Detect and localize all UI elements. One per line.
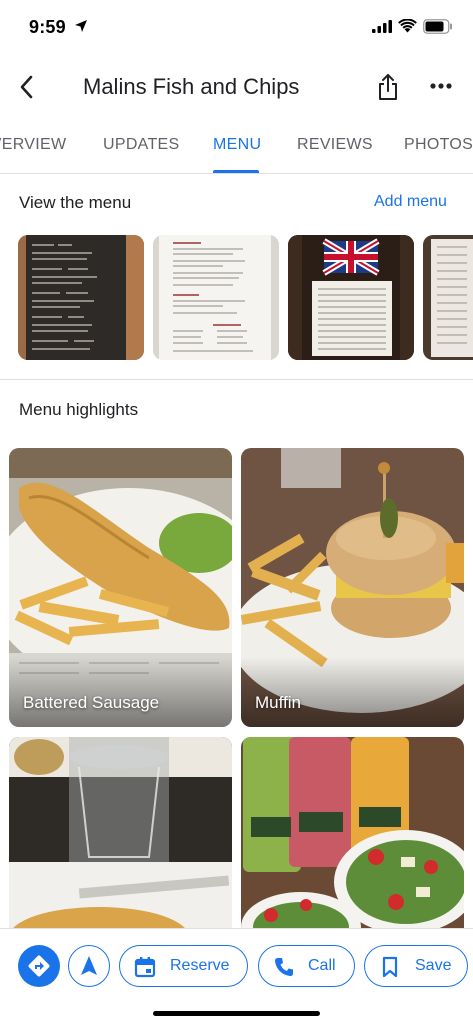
bookmark-icon: [382, 956, 398, 978]
tab-photos[interactable]: PHOTOS: [404, 136, 473, 154]
section-divider: [0, 379, 473, 380]
add-menu-link[interactable]: Add menu: [374, 193, 447, 211]
menu-photo-partial[interactable]: [423, 235, 473, 360]
directions-button[interactable]: [18, 945, 60, 987]
highlight-card-muffin[interactable]: Muffin: [241, 448, 464, 727]
directions-icon: [28, 955, 50, 977]
wifi-icon: [398, 19, 417, 33]
highlight-card-3[interactable]: [9, 737, 232, 937]
save-label: Save: [415, 957, 452, 974]
start-navigation-button[interactable]: [68, 945, 110, 987]
battery-icon: [423, 19, 452, 34]
tab-overview[interactable]: OVERVIEW: [0, 136, 66, 154]
phone-icon: [275, 958, 293, 976]
reserve-button[interactable]: Reserve: [119, 945, 248, 987]
status-time: 9:59: [29, 17, 66, 37]
call-button[interactable]: Call: [258, 945, 355, 987]
highlight-label: Muffin: [255, 693, 301, 712]
location-arrow-icon: [75, 20, 87, 32]
active-tab-indicator: [213, 170, 259, 173]
call-label: Call: [308, 957, 336, 974]
reserve-label: Reserve: [170, 957, 230, 974]
calendar-icon: [134, 957, 156, 978]
tab-updates[interactable]: UPDATES: [103, 136, 179, 154]
place-title: Malins Fish and Chips: [83, 74, 300, 99]
highlights-heading: Menu highlights: [19, 400, 139, 419]
back-arrow-icon[interactable]: [14, 72, 40, 102]
menu-photo-printed[interactable]: [153, 235, 279, 360]
menu-photo-board[interactable]: [288, 235, 414, 360]
action-bar: Reserve Call Save: [0, 928, 473, 1024]
highlight-card-battered-sausage[interactable]: Battered Sausage: [9, 448, 232, 727]
share-icon[interactable]: [375, 72, 401, 102]
tab-reviews[interactable]: REVIEWS: [297, 136, 373, 154]
status-bar: 9:59: [0, 0, 473, 54]
highlight-label: Battered Sausage: [23, 693, 160, 712]
home-indicator: [153, 1011, 320, 1016]
menu-photo-chalkboard[interactable]: [18, 235, 144, 360]
app-header: Malins Fish and Chips: [0, 60, 473, 116]
navigate-icon: [81, 956, 97, 975]
more-icon[interactable]: [428, 76, 454, 96]
view-menu-heading: View the menu: [19, 193, 132, 212]
save-button[interactable]: Save: [364, 945, 468, 987]
card-shade: [9, 657, 232, 727]
tab-menu[interactable]: MENU: [213, 136, 261, 154]
card-shade: [241, 657, 464, 727]
highlight-card-4[interactable]: [241, 737, 464, 937]
tab-bar: OVERVIEW UPDATES MENU REVIEWS PHOTOS: [0, 124, 473, 174]
cellular-icon: [372, 20, 392, 33]
